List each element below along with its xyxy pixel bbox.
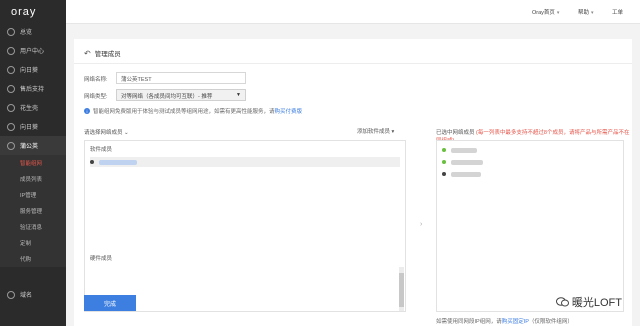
watermark: 暖光LOFT [555,294,622,310]
redacted-member-name [451,159,483,165]
sidebar-item-pgy[interactable]: 蒲公英 [0,136,66,155]
software-members-label: 软件成员 [90,147,113,153]
sidebar-sub-members[interactable]: 成员列表 [0,171,66,187]
chevron-down-icon: ⌄ [124,130,129,136]
network-name-label: 网络名称: [84,77,108,83]
globe-icon [7,290,15,299]
sidebar-item-sunlogin[interactable]: 向日葵 [0,60,66,79]
upgrade-link[interactable]: 购买付费版 [275,107,303,115]
sidebar-sub-smart-network[interactable]: 智能组网 [0,155,66,171]
user-icon [7,46,15,55]
ticket-link[interactable]: 工单 [612,8,623,16]
sidebar-sub-service[interactable]: 服务管理 [0,203,66,219]
topbar: Oray首页 ▾ 帮助 ▾ 工单 [66,0,640,24]
dashboard-icon [7,27,15,36]
main-area: ↶ 管理成员 网络名称: 蒲公英TEST 网络类型: 对等网络（各成员间均可互联… [66,24,640,326]
sidebar: oray 总览 用户中心 向日葵 售后支持 花生壳 向日葵 蒲公英 智能组网 成… [0,0,66,326]
sunflower-icon [7,65,15,74]
online-dot [442,148,446,152]
sidebar-item-domain[interactable]: 域名 [0,285,66,304]
network-type-value: 对等网络（各成员间均可互联）- 推荐 [121,94,213,100]
caret-down-icon: ▼ [236,92,241,98]
content-card: ↶ 管理成员 网络名称: 蒲公英TEST 网络类型: 对等网络（各成员间均可互联… [74,39,632,326]
help-link[interactable]: 帮助 ▾ [578,8,594,16]
sidebar-item-label: 花生壳 [20,106,39,112]
sidebar-item-label: 蒲公英 [20,144,39,150]
back-arrow-icon[interactable]: ↶ [84,49,91,58]
list-item[interactable] [90,157,400,167]
select-members-label: 请选择网络成员 ⌄ [84,128,129,136]
footer-text-2: （仅限软件组网） [528,319,573,325]
redacted-member-name [451,147,477,153]
sidebar-item-sunflower-device[interactable]: 向日葵 [0,117,66,136]
list-item[interactable] [442,145,477,155]
hardware-members-label: 硬件成员 [90,256,113,262]
sidebar-item-label: 向日葵 [20,68,39,74]
dandelion-icon [7,141,15,150]
oray-logo[interactable]: oray [0,0,66,22]
selected-members-panel [436,140,624,312]
sidebar-item-phddns[interactable]: 花生壳 [0,98,66,117]
hint-text: 智能组网免费版用于体验与测试成员等组网用途，如需有更高性能服务，请 [93,109,275,115]
network-type-select[interactable]: 对等网络（各成员间均可互联）- 推荐 ▼ [116,89,246,101]
chevron-down-icon: ▾ [591,10,594,16]
info-icon: i [84,108,90,114]
upgrade-hint: i 智能组网免费版用于体验与测试成员等组网用途，如需有更高性能服务，请 购买付费… [84,107,302,115]
available-members-panel: 软件成员 硬件成员 [84,140,406,312]
add-software-member-label: 添加软件成员 [357,129,391,135]
buy-fixed-ip-link[interactable]: 购买固定IP [502,317,529,325]
sidebar-sub-verify[interactable]: 验证消息 [0,219,66,235]
redacted-member-name [451,171,481,177]
device-icon [7,122,15,131]
network-name-input[interactable]: 蒲公英TEST [116,72,246,84]
help-label: 帮助 [578,10,590,16]
sidebar-item-user-center[interactable]: 用户中心 [0,41,66,60]
sidebar-item-overview[interactable]: 总览 [0,22,66,41]
sidebar-sub-ip[interactable]: IP管理 [0,187,66,203]
sidebar-item-support[interactable]: 售后支持 [0,79,66,98]
page-title: 管理成员 [94,51,121,58]
network-type-label: 网络类型: [84,94,108,100]
chevron-down-icon: ▾ [556,10,560,16]
caret-down-icon: ▾ [391,129,395,135]
scrollbar-thumb[interactable] [399,273,404,307]
add-software-member-dropdown[interactable]: 添加软件成员 ▾ [357,127,394,135]
fixed-ip-footer: 如需使用同网段IP组网，请 购买固定IP （仅限软件组网） [436,317,573,325]
transfer-arrow-icon[interactable]: › [420,221,422,228]
scrollbar[interactable] [399,267,404,311]
sidebar-sub-purchase[interactable]: 代购 [0,251,66,267]
oray-home-label: Oray首页 [532,10,555,16]
sidebar-item-label: 售后支持 [20,87,45,93]
list-item[interactable] [442,157,483,167]
list-item[interactable] [442,169,481,179]
sidebar-item-label: 用户中心 [20,49,45,55]
sidebar-item-label: 域名 [20,293,33,299]
redacted-member-name [99,159,137,165]
header-divider [74,63,632,64]
status-dot [90,160,94,164]
sidebar-item-label: 向日葵 [20,125,39,131]
footer-text: 如需使用同网段IP组网，请 [436,319,502,325]
sidebar-bottom: 域名 [0,285,66,304]
done-button[interactable]: 完成 [84,295,136,311]
page-header: ↶ 管理成员 [84,48,121,59]
select-members-text: 请选择网络成员 [84,130,123,136]
wechat-icon [555,297,569,307]
sidebar-item-label: 总览 [20,30,33,36]
peanut-icon [7,103,15,112]
watermark-text: 暖光LOFT [571,297,622,309]
online-dot [442,160,446,164]
offline-dot [442,172,446,176]
oray-home-link[interactable]: Oray首页 ▾ [532,8,559,16]
selected-members-label: 已选中网络成员 [436,130,475,136]
support-icon [7,84,15,93]
sidebar-sub-custom[interactable]: 定制 [0,235,66,251]
